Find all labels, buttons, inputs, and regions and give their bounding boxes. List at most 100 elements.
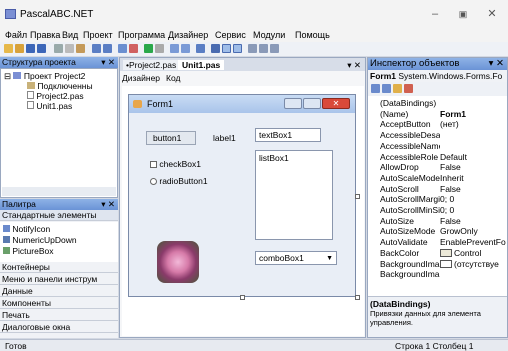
property-value[interactable]: (отсутствуе bbox=[454, 259, 507, 269]
property-name[interactable]: AutoScrollMinSi bbox=[380, 205, 440, 215]
menu-program[interactable]: Программа bbox=[118, 30, 165, 40]
tree-item-project[interactable]: ⊟ Проект Project2 bbox=[4, 71, 85, 81]
property-name[interactable]: AccessibleDesa bbox=[380, 130, 440, 140]
form-close-button[interactable]: ✕ bbox=[322, 98, 350, 109]
tab-code[interactable]: Код bbox=[166, 73, 180, 83]
property-value[interactable]: 0; 0 bbox=[440, 194, 506, 204]
unit-icon[interactable] bbox=[259, 44, 268, 53]
property-value[interactable]: Inherit bbox=[440, 173, 506, 183]
form-window[interactable]: Form1 ✕ button1 label1 textBox1 checkBox… bbox=[128, 94, 356, 297]
property-name[interactable]: BackColor bbox=[380, 248, 440, 258]
chevron-down-icon[interactable]: ▼ bbox=[326, 253, 333, 264]
replace-icon[interactable] bbox=[129, 44, 138, 53]
property-name[interactable]: AutoScrollMargi bbox=[380, 194, 440, 204]
align-icon[interactable] bbox=[222, 44, 231, 53]
tab-project2[interactable]: •Project2.pas bbox=[123, 60, 180, 70]
menu-service[interactable]: Сервис bbox=[215, 30, 246, 40]
palette-item-notifyicon[interactable]: NotifyIcon bbox=[3, 224, 50, 235]
tree-item-references[interactable]: Подключенны bbox=[27, 81, 93, 91]
property-value[interactable]: 0; 0 bbox=[440, 205, 506, 215]
form-combobox1[interactable]: comboBox1 ▼ bbox=[255, 251, 337, 265]
menu-help[interactable]: Помощь bbox=[295, 30, 330, 40]
property-name[interactable]: AllowDrop bbox=[380, 162, 440, 172]
events-icon[interactable] bbox=[404, 84, 413, 93]
categorized-icon[interactable] bbox=[371, 84, 380, 93]
resize-handle-bottom[interactable] bbox=[240, 295, 245, 300]
form-icon[interactable] bbox=[248, 44, 257, 53]
properties-icon[interactable] bbox=[393, 84, 402, 93]
menu-project[interactable]: Проект bbox=[83, 30, 113, 40]
form-button1[interactable]: button1 bbox=[146, 131, 196, 145]
palette-item-picturebox[interactable]: PictureBox bbox=[3, 246, 53, 257]
property-value[interactable]: False bbox=[440, 184, 506, 194]
inspector-object-selector[interactable]: Form1 System.Windows.Forms.Fo bbox=[368, 70, 507, 82]
form-listbox1[interactable]: listBox1 bbox=[255, 150, 333, 240]
cut-icon[interactable] bbox=[54, 44, 63, 53]
tree-item-unit1[interactable]: Unit1.pas bbox=[27, 101, 72, 111]
options-icon[interactable] bbox=[270, 44, 279, 53]
property-name[interactable]: AccessibleName bbox=[380, 141, 440, 151]
project-panel-pin[interactable]: ▾ ✕ bbox=[101, 57, 115, 68]
property-name[interactable]: BackgroundIma bbox=[380, 269, 440, 279]
property-name[interactable]: (Name) bbox=[380, 109, 440, 119]
form-radiobutton1[interactable]: radioButton1 bbox=[150, 176, 208, 187]
new-icon[interactable] bbox=[4, 44, 13, 53]
undo-icon[interactable] bbox=[92, 44, 101, 53]
find-icon[interactable] bbox=[118, 44, 127, 53]
property-value[interactable]: False bbox=[440, 216, 506, 226]
palette-group-menus[interactable]: Меню и панели инструм bbox=[0, 274, 118, 285]
form-picturebox-rose-image[interactable] bbox=[157, 241, 199, 283]
palette-panel-pin[interactable]: ▾ ✕ bbox=[101, 199, 115, 210]
menu-modules[interactable]: Модули bbox=[253, 30, 285, 40]
palette-group-dialogs[interactable]: Диалоговые окна bbox=[0, 322, 118, 333]
property-name[interactable]: (DataBindings) bbox=[380, 98, 440, 108]
property-name[interactable]: AccessibleRole bbox=[380, 152, 440, 162]
redo-icon[interactable] bbox=[103, 44, 112, 53]
property-name[interactable]: BackgroundIma bbox=[380, 259, 440, 269]
property-value[interactable]: Form1 bbox=[440, 109, 506, 119]
property-value[interactable]: EnablePreventFo bbox=[440, 237, 506, 247]
palette-item-numericupdown[interactable]: NumericUpDown bbox=[3, 235, 77, 246]
copy-icon[interactable] bbox=[65, 44, 74, 53]
palette-group-containers[interactable]: Контейнеры bbox=[0, 262, 118, 273]
tab-designer[interactable]: Дизайнер bbox=[122, 73, 160, 83]
save-icon[interactable] bbox=[26, 44, 35, 53]
form-maximize-button[interactable] bbox=[303, 98, 321, 109]
resize-handle-corner[interactable] bbox=[355, 295, 360, 300]
form-minimize-button[interactable] bbox=[284, 98, 302, 109]
menu-edit[interactable]: Правка bbox=[30, 30, 60, 40]
editor-tabs-close[interactable]: ▾ ✕ bbox=[347, 60, 361, 71]
grid-icon[interactable] bbox=[233, 44, 242, 53]
tab-unit1[interactable]: Unit1.pas bbox=[178, 60, 225, 70]
menu-designer[interactable]: Дизайнер bbox=[168, 30, 208, 40]
paste-icon[interactable] bbox=[76, 44, 85, 53]
open-icon[interactable] bbox=[15, 44, 24, 53]
menu-view[interactable]: Вид bbox=[62, 30, 78, 40]
palette-category[interactable]: Стандартные элементы bbox=[0, 210, 118, 221]
form-checkbox1[interactable]: checkBox1 bbox=[150, 159, 201, 170]
menu-file[interactable]: Файл bbox=[5, 30, 27, 40]
project-scrollbar[interactable] bbox=[2, 187, 116, 196]
property-value[interactable]: GrowOnly bbox=[440, 226, 506, 236]
property-value[interactable]: (нет) bbox=[440, 119, 506, 129]
maximize-button[interactable]: ▣ bbox=[452, 6, 474, 22]
stop-icon[interactable] bbox=[155, 44, 164, 53]
property-name[interactable]: AcceptButton bbox=[380, 119, 440, 129]
save-all-icon[interactable] bbox=[37, 44, 46, 53]
property-name[interactable]: AutoScaleMode bbox=[380, 173, 440, 183]
step-icon[interactable] bbox=[181, 44, 190, 53]
property-value[interactable]: Control bbox=[454, 248, 507, 258]
property-name[interactable]: AutoSizeMode bbox=[380, 226, 440, 236]
palette-group-data[interactable]: Данные bbox=[0, 286, 118, 297]
property-name[interactable]: AutoScroll bbox=[380, 184, 440, 194]
resize-handle-right[interactable] bbox=[355, 194, 360, 199]
run-icon[interactable] bbox=[144, 44, 153, 53]
layout-icon[interactable] bbox=[211, 44, 220, 53]
palette-group-printing[interactable]: Печать bbox=[0, 310, 118, 321]
tree-item-project2[interactable]: Project2.pas bbox=[27, 91, 84, 101]
property-value[interactable]: False bbox=[440, 162, 506, 172]
property-name[interactable]: AutoValidate bbox=[380, 237, 440, 247]
step-over-icon[interactable] bbox=[196, 44, 205, 53]
inspector-pin[interactable]: ▾ ✕ bbox=[489, 58, 504, 70]
property-value[interactable]: Default bbox=[440, 152, 506, 162]
